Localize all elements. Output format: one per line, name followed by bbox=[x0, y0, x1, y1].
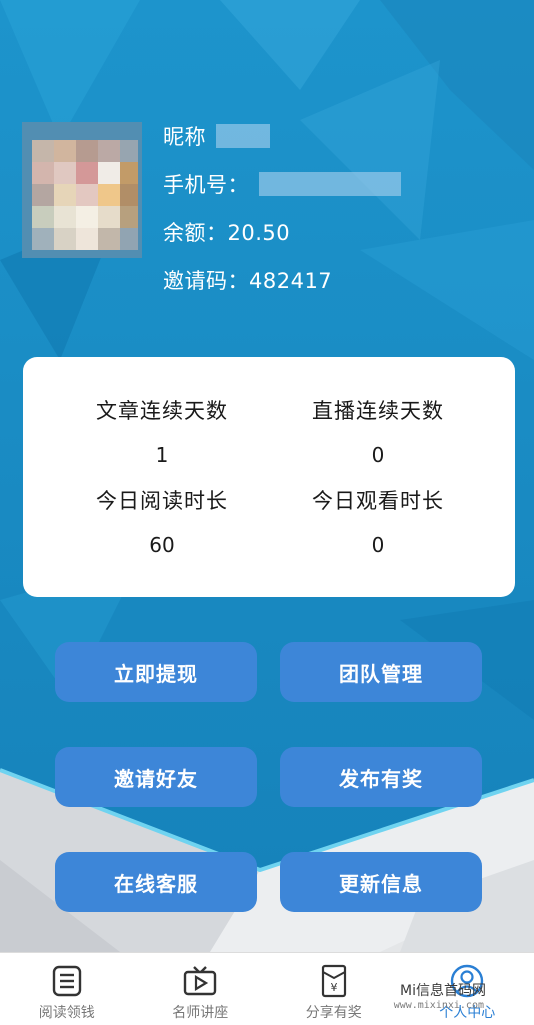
withdraw-button[interactable]: 立即提现 bbox=[55, 642, 257, 702]
phone-redacted bbox=[259, 172, 401, 196]
nav-label-read-earn: 阅读领钱 bbox=[39, 1002, 95, 1022]
update-info-button[interactable]: 更新信息 bbox=[280, 852, 482, 912]
nav-item-share-reward[interactable]: ¥ 分享有奖 bbox=[267, 953, 401, 1025]
invite-code-row: 邀请码：482417 bbox=[163, 256, 401, 304]
online-support-button[interactable]: 在线客服 bbox=[55, 852, 257, 912]
today-watch-value: 0 bbox=[255, 533, 501, 557]
today-read-label: 今日阅读时长 bbox=[39, 485, 285, 515]
svg-text:¥: ¥ bbox=[330, 981, 337, 994]
today-watch-label: 今日观看时长 bbox=[255, 485, 501, 515]
balance-row: 余额：20.50 bbox=[163, 208, 401, 256]
tv-play-icon bbox=[183, 964, 217, 998]
live-streak-label: 直播连续天数 bbox=[255, 395, 501, 425]
invite-code-text: 邀请码：482417 bbox=[163, 265, 332, 295]
watermark-domain: www.mixinxi.com bbox=[394, 1000, 484, 1011]
live-streak-value: 0 bbox=[255, 443, 501, 467]
stats-card: 文章连续天数 1 直播连续天数 0 今日阅读时长 60 今日观看时长 0 bbox=[23, 357, 515, 597]
phone-label: 手机号： bbox=[163, 169, 249, 199]
article-streak-value: 1 bbox=[39, 443, 285, 467]
article-streak-label: 文章连续天数 bbox=[39, 395, 285, 425]
phone-row: 手机号： bbox=[163, 160, 401, 208]
watermark-title: Mi信息首码网 bbox=[400, 984, 486, 998]
nav-label-lectures: 名师讲座 bbox=[172, 1002, 228, 1022]
invite-friends-button[interactable]: 邀请好友 bbox=[55, 747, 257, 807]
nickname-redacted bbox=[216, 124, 270, 148]
list-icon bbox=[50, 964, 84, 998]
nickname-row: 昵称 bbox=[163, 112, 401, 160]
balance-text: 余额：20.50 bbox=[163, 217, 290, 247]
nav-item-read-earn[interactable]: 阅读领钱 bbox=[0, 953, 134, 1025]
envelope-yen-icon: ¥ bbox=[317, 964, 351, 998]
avatar[interactable] bbox=[22, 122, 142, 258]
today-read-value: 60 bbox=[39, 533, 285, 557]
publish-reward-button[interactable]: 发布有奖 bbox=[280, 747, 482, 807]
nav-item-lectures[interactable]: 名师讲座 bbox=[134, 953, 268, 1025]
profile-info: 昵称 手机号： 余额：20.50 邀请码：482417 bbox=[163, 112, 401, 304]
team-management-button[interactable]: 团队管理 bbox=[280, 642, 482, 702]
nav-label-share-reward: 分享有奖 bbox=[306, 1002, 362, 1022]
nickname-label: 昵称 bbox=[163, 121, 206, 151]
